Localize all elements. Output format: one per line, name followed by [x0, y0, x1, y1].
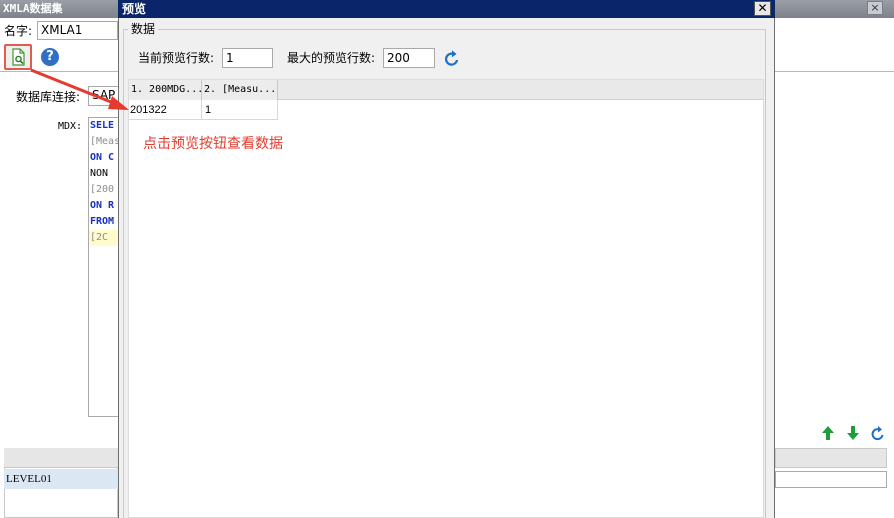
- level-table-header: [4, 448, 118, 468]
- grid-column-header[interactable]: 1. 200MDG...: [129, 80, 202, 100]
- db-connection-label: 数据库连接:: [16, 90, 81, 104]
- name-label: 名字:: [4, 24, 33, 38]
- preview-dialog-title: 预览: [118, 0, 775, 18]
- data-group-label: 数据: [128, 21, 159, 37]
- grid-cell[interactable]: 1: [202, 100, 278, 120]
- mdx-line: [2C: [89, 230, 119, 246]
- toolbar-divider: [0, 71, 118, 72]
- max-rows-label: 最大的预览行数:: [287, 51, 376, 65]
- mdx-label: MDX:: [58, 121, 83, 132]
- preview-refresh-icon[interactable]: [443, 49, 461, 67]
- mdx-line: [200: [90, 184, 115, 195]
- right-table-input[interactable]: [775, 471, 887, 488]
- mdx-line: SELE: [90, 120, 115, 131]
- preview-button[interactable]: [4, 44, 32, 70]
- annotation-text: 点击预览按钮查看数据: [143, 136, 283, 152]
- arrow-up-icon[interactable]: [820, 424, 836, 442]
- preview-icon: [12, 48, 25, 66]
- grid-cell[interactable]: 201322: [129, 100, 202, 120]
- mdx-line: [Meas: [90, 136, 120, 147]
- mdx-line: ON C: [90, 152, 115, 163]
- grid-column-header[interactable]: 2. [Measu...: [202, 80, 278, 100]
- current-rows-input[interactable]: 1: [222, 48, 273, 68]
- refresh-icon[interactable]: [870, 425, 886, 443]
- arrow-down-icon[interactable]: [845, 424, 861, 442]
- right-table-header: [775, 448, 887, 468]
- current-rows-label: 当前预览行数:: [138, 51, 215, 65]
- mdx-line: NON: [90, 168, 109, 179]
- name-input[interactable]: XMLA1: [37, 21, 118, 40]
- dialog-close-button[interactable]: ✕: [754, 1, 771, 16]
- db-connection-select[interactable]: SAP: [88, 86, 120, 106]
- mdx-line: FROM: [90, 216, 115, 227]
- toolbar-divider-right: [775, 71, 894, 72]
- help-icon[interactable]: ?: [41, 48, 59, 66]
- mdx-editor[interactable]: SELE [Meas ON C NON [200 ON R FROM [2C: [88, 117, 120, 417]
- mdx-line: ON R: [90, 200, 115, 211]
- max-rows-input[interactable]: 200: [383, 48, 435, 68]
- bg-window-close-button[interactable]: ×: [867, 1, 883, 15]
- level-table-row[interactable]: LEVEL01: [4, 469, 118, 489]
